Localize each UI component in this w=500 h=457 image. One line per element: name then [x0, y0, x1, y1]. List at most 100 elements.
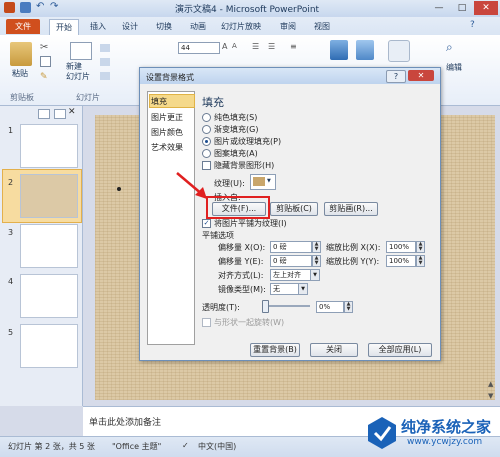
tab-transitions[interactable]: 切换: [150, 19, 178, 34]
window-title: 演示文稿4 - Microsoft PowerPoint: [175, 5, 320, 15]
mirror-type-select[interactable]: 无 ▼: [270, 283, 308, 295]
dialog-title-bar: 设置背景格式 ? ✕: [140, 68, 440, 84]
tab-home[interactable]: 开始: [49, 19, 79, 35]
offset-y-field[interactable]: 0 磅: [270, 255, 312, 267]
scale-x-field[interactable]: 100%: [386, 241, 416, 253]
find-icon[interactable]: ⌕: [446, 40, 453, 55]
slide-thumbnail-selected[interactable]: [20, 174, 78, 218]
texture-picker[interactable]: ▼: [250, 174, 276, 190]
checkbox-tile-picture[interactable]: ✓: [202, 219, 211, 228]
annotation-arrow-icon: [176, 172, 207, 199]
nav-picture-corrections[interactable]: 图片更正: [151, 112, 183, 123]
apply-to-all-button[interactable]: 全部应用(L): [368, 343, 432, 357]
tab-file[interactable]: 文件: [6, 19, 40, 34]
maximize-button[interactable]: □: [451, 1, 473, 15]
nav-picture-color[interactable]: 图片颜色: [151, 127, 183, 138]
dialog-title: 设置背景格式: [146, 73, 194, 82]
slide-number: 5: [8, 328, 14, 337]
grow-font-icon[interactable]: A: [222, 42, 227, 51]
format-painter-icon[interactable]: ✎: [40, 72, 48, 82]
offset-x-spinner[interactable]: ▲ ▼: [312, 241, 321, 253]
tab-view[interactable]: 视图: [308, 19, 336, 34]
scroll-up-icon[interactable]: ▲: [488, 380, 493, 388]
mirror-type-label: 镜像类型(M):: [218, 285, 266, 294]
transparency-slider-thumb[interactable]: [262, 300, 269, 313]
quick-styles-icon[interactable]: [388, 40, 410, 62]
close-pane-icon[interactable]: ✕: [68, 107, 76, 117]
radio-gradient-fill[interactable]: [202, 125, 211, 134]
highlight-box: [206, 196, 270, 219]
dialog-close-button[interactable]: ✕: [408, 70, 434, 81]
reset-icon[interactable]: [100, 58, 110, 66]
nav-fill[interactable]: 填充: [151, 96, 167, 107]
tab-review[interactable]: 审阅: [274, 19, 302, 34]
group-clipboard-label: 剪贴板: [10, 93, 34, 102]
tab-insert[interactable]: 插入: [84, 19, 112, 34]
scroll-down-icon[interactable]: ▼: [488, 392, 493, 400]
alignment-select[interactable]: 左上对齐 ▼: [270, 269, 320, 281]
checkbox-hide-bg-graphics[interactable]: [202, 161, 211, 170]
arrange-icon[interactable]: [356, 40, 374, 60]
redo-icon[interactable]: ↷: [50, 1, 58, 12]
offset-y-spinner[interactable]: ▲ ▼: [312, 255, 321, 267]
copy-icon[interactable]: [40, 56, 51, 67]
paste-icon[interactable]: [10, 42, 32, 66]
close-button[interactable]: ✕: [474, 1, 498, 15]
label-gradient-fill: 渐变填充(G): [214, 125, 259, 134]
theme-name: "Office 主题": [112, 442, 162, 451]
alignment-label: 对齐方式(L):: [218, 271, 264, 280]
shrink-font-icon[interactable]: A: [232, 42, 237, 50]
font-size-field[interactable]: 44: [178, 42, 220, 54]
radio-solid-fill[interactable]: [202, 113, 211, 122]
slide-number: 1: [8, 126, 14, 135]
scale-y-field[interactable]: 100%: [386, 255, 416, 267]
transparency-field[interactable]: 0%: [316, 301, 344, 313]
dialog-close-text-button[interactable]: 关闭: [310, 343, 358, 357]
line-spacing-icon[interactable]: ≡: [290, 42, 297, 51]
checkbox-rotate-with-shape[interactable]: [202, 318, 211, 327]
slide-thumbnail[interactable]: [20, 274, 78, 318]
transparency-slider[interactable]: [264, 305, 310, 307]
outline-tab-icon[interactable]: [54, 109, 66, 119]
clipboard-button[interactable]: 剪贴板(C): [270, 202, 318, 216]
radio-picture-fill[interactable]: [202, 137, 211, 146]
section-icon[interactable]: [100, 72, 110, 80]
cut-icon[interactable]: ✂: [40, 42, 48, 53]
slide-thumbnail[interactable]: [20, 324, 78, 368]
shapes-icon[interactable]: [330, 40, 348, 60]
offset-x-field[interactable]: 0 磅: [270, 241, 312, 253]
scale-x-spinner[interactable]: ▲ ▼: [416, 241, 425, 253]
slides-tab-icon[interactable]: [38, 109, 50, 119]
new-slide-icon[interactable]: [70, 42, 92, 60]
tab-slideshow[interactable]: 幻灯片放映: [216, 19, 266, 34]
site-watermark: 纯净系统之家 www.ycwjzy.com: [365, 414, 500, 454]
nav-artistic-effects[interactable]: 艺术效果: [151, 142, 183, 153]
slide-thumbnails-pane: ✕ 1 2 3 4 5: [0, 106, 83, 406]
transparency-spinner[interactable]: ▲ ▼: [344, 301, 353, 313]
language-indicator[interactable]: 中文(中国): [198, 441, 236, 452]
slide-thumbnail[interactable]: [20, 124, 78, 168]
clipart-button[interactable]: 剪贴画(R)...: [324, 202, 378, 216]
numbering-icon[interactable]: ☰: [268, 42, 275, 51]
slide-counter: 幻灯片 第 2 张，共 5 张: [8, 442, 95, 451]
layout-icon[interactable]: [100, 44, 110, 52]
bullet-icon: [117, 187, 121, 191]
reset-background-button[interactable]: 重置背景(B): [250, 343, 300, 357]
chevron-down-icon: ▼: [298, 284, 307, 294]
dialog-help-button[interactable]: ?: [386, 70, 406, 83]
save-icon[interactable]: [20, 2, 31, 13]
tab-design[interactable]: 设计: [116, 19, 144, 34]
undo-icon[interactable]: ↶: [36, 1, 44, 12]
scale-y-spinner[interactable]: ▲ ▼: [416, 255, 425, 267]
help-icon[interactable]: ?: [470, 20, 475, 30]
bullets-icon[interactable]: ☰: [252, 42, 259, 51]
texture-label: 纹理(U):: [214, 179, 245, 188]
tab-animations[interactable]: 动画: [184, 19, 212, 34]
slide-thumbnail[interactable]: [20, 224, 78, 268]
texture-swatch-icon: [253, 177, 265, 186]
minimize-button[interactable]: —: [428, 1, 450, 15]
spellcheck-icon[interactable]: ✓: [182, 441, 189, 450]
notes-placeholder: 单击此处添加备注: [89, 418, 162, 428]
offset-x-label: 偏移量 X(O):: [218, 243, 266, 252]
radio-pattern-fill[interactable]: [202, 149, 211, 158]
